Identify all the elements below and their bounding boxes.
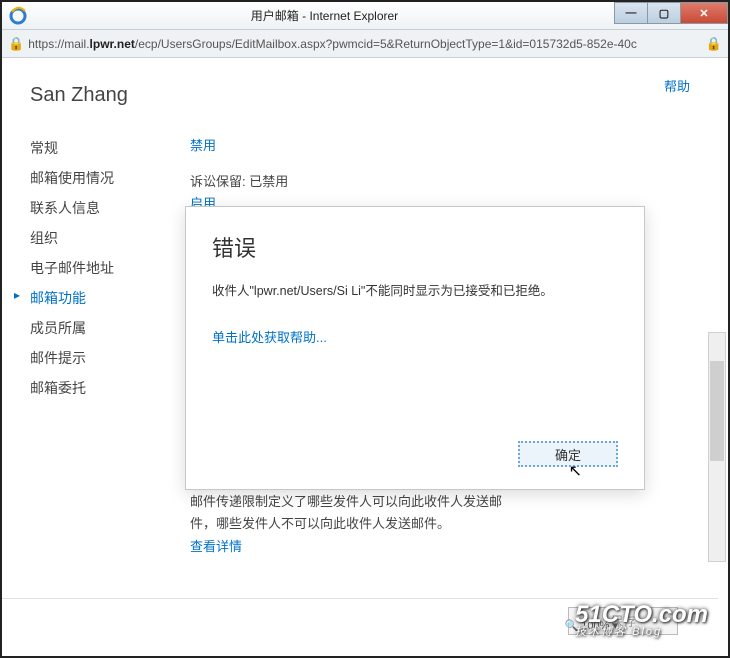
dialog-help-link[interactable]: 单击此处获取帮助...: [212, 327, 618, 346]
address-bar[interactable]: 🔒 https://mail.lpwr.net/ecp/UsersGroups/…: [2, 30, 728, 58]
window-titlebar: 用户邮箱 - Internet Explorer ― ▢ ✕: [2, 2, 728, 30]
sidebar-nav: 常规 邮箱使用情况 联系人信息 组织 电子邮件地址 邮箱功能 成员所属 邮件提示…: [30, 133, 190, 572]
nav-delegation[interactable]: 邮箱委托: [30, 373, 190, 403]
nav-contact[interactable]: 联系人信息: [30, 193, 190, 223]
nav-org[interactable]: 组织: [30, 223, 190, 253]
minimize-button[interactable]: ―: [614, 2, 648, 24]
disable-link[interactable]: 禁用: [190, 138, 216, 153]
window-title: 用户邮箱 - Internet Explorer: [34, 7, 615, 24]
view-details-link[interactable]: 查看详情: [190, 539, 242, 554]
ie-icon: [8, 6, 28, 26]
nav-usage[interactable]: 邮箱使用情况: [30, 163, 190, 193]
nav-features[interactable]: 邮箱功能: [30, 283, 190, 313]
nav-general[interactable]: 常规: [30, 133, 190, 163]
litigation-hold-label: 诉讼保留: 已禁用: [190, 171, 698, 193]
dialog-message: 收件人"lpwr.net/Users/Si Li"不能同时显示为已接受和已拒绝。: [212, 281, 618, 301]
help-link[interactable]: 帮助: [664, 76, 690, 95]
nav-email[interactable]: 电子邮件地址: [30, 253, 190, 283]
scrollbar-thumb[interactable]: [710, 361, 724, 461]
delivery-desc: 邮件传递限制定义了哪些发件人可以向此收件人发送邮件，哪些发件人不可以向此收件人发…: [190, 491, 510, 535]
page-title: San Zhang: [30, 84, 698, 107]
lock-icon: 🔒: [8, 36, 24, 52]
zoom-indicator: 🔍 100% ▾: [565, 619, 618, 632]
error-dialog: 错误 收件人"lpwr.net/Users/Si Li"不能同时显示为已接受和已…: [185, 206, 645, 490]
nav-mailtip[interactable]: 邮件提示: [30, 343, 190, 373]
vertical-scrollbar[interactable]: [708, 332, 726, 562]
ok-button[interactable]: 确定: [518, 441, 618, 467]
maximize-button[interactable]: ▢: [647, 2, 681, 24]
window-controls: ― ▢ ✕: [615, 2, 728, 29]
security-icon: 🔒: [706, 36, 722, 52]
nav-memberof[interactable]: 成员所属: [30, 313, 190, 343]
dialog-title: 错误: [212, 231, 618, 263]
url-text: https://mail.lpwr.net/ecp/UsersGroups/Ed…: [28, 37, 637, 51]
close-button[interactable]: ✕: [680, 2, 728, 24]
